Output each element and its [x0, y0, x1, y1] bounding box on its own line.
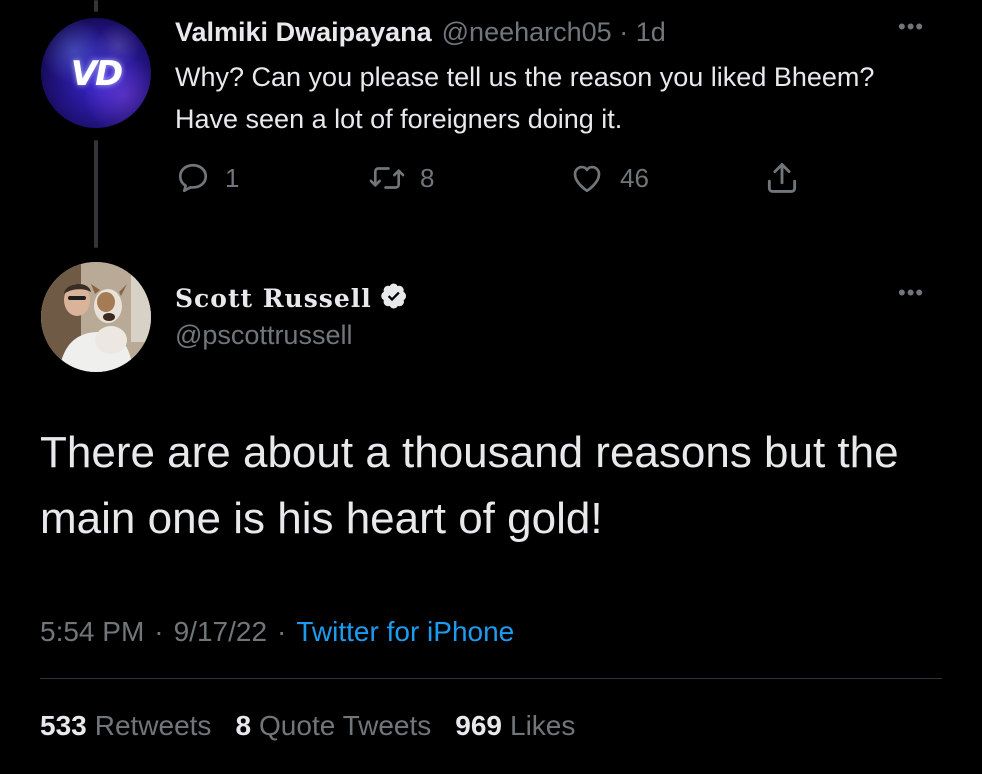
divider — [40, 678, 942, 679]
engagement-stats: 533 Retweets 8 Quote Tweets 969 Likes — [40, 704, 599, 748]
parent-handle[interactable]: @neeharch05 · 1d — [442, 17, 666, 48]
reply-icon — [175, 160, 211, 196]
tweet-metadata: 5:54 PM · 9/17/22 · Twitter for iPhone — [40, 612, 514, 652]
meta-separator: · — [277, 616, 287, 647]
parent-separator: · — [619, 16, 629, 47]
avatar-valmiki[interactable]: VD — [41, 18, 151, 128]
parent-display-name[interactable]: Valmiki Dwaipayana — [175, 17, 432, 48]
tweet-source-link[interactable]: Twitter for iPhone — [296, 616, 514, 648]
parent-age[interactable]: 1d — [636, 17, 666, 47]
reply-button[interactable]: 1 — [175, 158, 239, 198]
tweet-time[interactable]: 5:54 PM — [40, 616, 144, 648]
likes-label: Likes — [510, 710, 576, 741]
like-count: 46 — [620, 162, 649, 193]
avatar-scott-russell[interactable] — [41, 262, 151, 372]
retweets-count: 533 — [40, 710, 87, 741]
reply-count: 1 — [225, 162, 240, 193]
parent-tweet-text: Why? Can you please tell us the reason y… — [175, 62, 875, 134]
author-header: Scott Russell — [175, 280, 408, 316]
quote-tweets-label: Quote Tweets — [259, 710, 432, 741]
likes-count: 969 — [455, 710, 502, 741]
likes-stat[interactable]: 969 Likes — [455, 710, 599, 742]
more-icon[interactable]: ••• — [898, 14, 924, 40]
share-icon — [763, 159, 801, 197]
quote-tweets-count: 8 — [235, 710, 252, 741]
thread-line-top — [94, 0, 98, 12]
verified-badge-icon — [380, 282, 408, 315]
quote-tweets-stat[interactable]: 8 Quote Tweets — [235, 710, 455, 742]
tweet-text: There are about a thousand reasons but t… — [40, 428, 899, 543]
parent-tweet-header: Valmiki Dwaipayana @neeharch05 · 1d — [175, 14, 666, 50]
author-display-name[interactable]: Scott Russell — [175, 284, 372, 313]
retweet-icon — [368, 160, 406, 196]
parent-handle-text[interactable]: @neeharch05 — [442, 17, 612, 47]
retweets-label: Retweets — [94, 710, 212, 741]
retweet-count: 8 — [420, 162, 435, 193]
retweets-stat[interactable]: 533 Retweets — [40, 710, 235, 742]
author-handle[interactable]: @pscottrussell — [175, 320, 352, 351]
like-button[interactable]: 46 — [568, 158, 649, 198]
like-icon — [568, 160, 606, 196]
retweet-button[interactable]: 8 — [368, 158, 434, 198]
tweet-date[interactable]: 9/17/22 — [174, 616, 267, 648]
avatar-logo-text: VD — [70, 54, 124, 94]
meta-separator: · — [154, 616, 164, 647]
share-button[interactable] — [763, 158, 801, 198]
more-icon[interactable]: ••• — [898, 280, 924, 306]
thread-line — [94, 140, 98, 248]
